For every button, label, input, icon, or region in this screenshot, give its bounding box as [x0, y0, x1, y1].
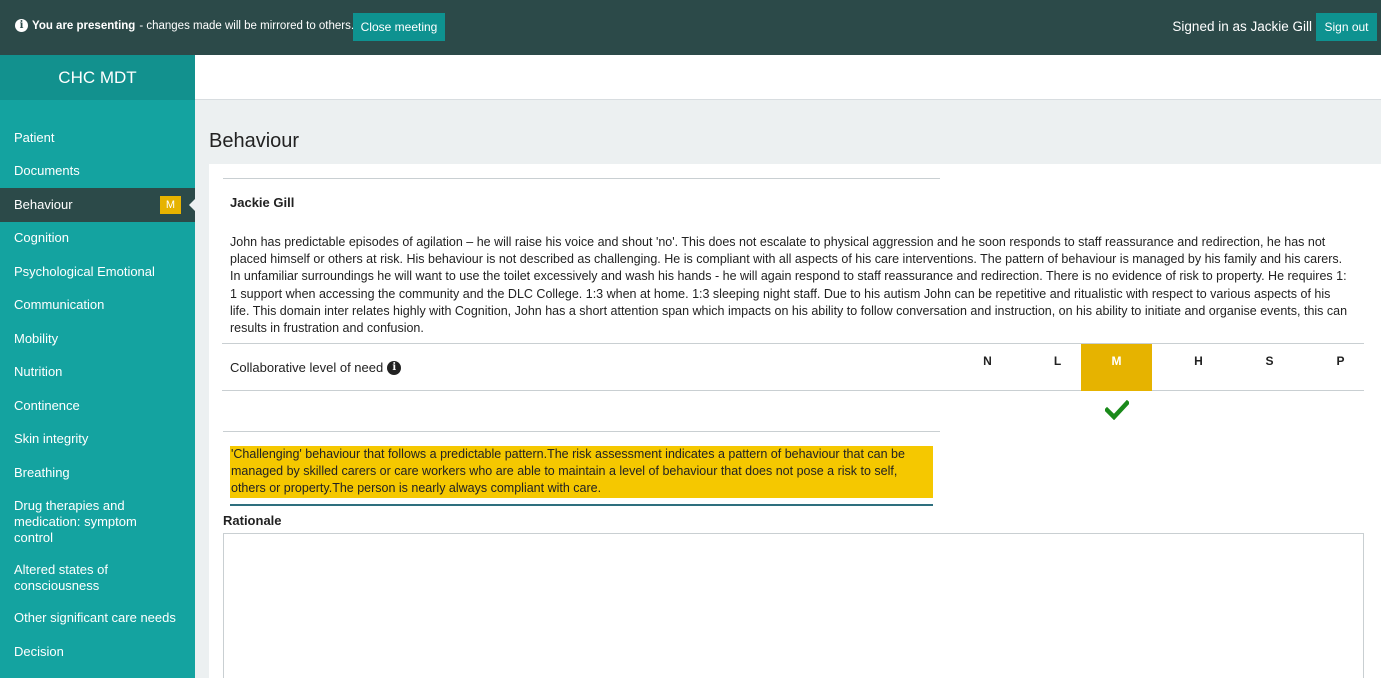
presenting-notice: i You are presenting - changes made will…: [15, 19, 354, 32]
app-title[interactable]: CHC MDT: [0, 55, 195, 100]
sidebar-nav: Patient Documents Behaviour M Cognition …: [0, 121, 195, 669]
sidebar-item-mobility[interactable]: Mobility: [0, 322, 195, 356]
level-option-s[interactable]: S: [1234, 344, 1305, 391]
sidebar-item-label: Patient: [14, 129, 55, 145]
sidebar-item-label: Altered states of consciousness: [14, 561, 108, 593]
divider: [230, 504, 933, 506]
sidebar-item-label: Drug therapies and medication: symptom c…: [14, 497, 137, 545]
level-of-need-text: Collaborative level of need: [230, 360, 384, 375]
level-description: 'Challenging' behaviour that follows a p…: [230, 446, 933, 498]
divider: [223, 431, 940, 432]
sidebar-item-communication[interactable]: Communication: [0, 289, 195, 323]
sidebar-item-other-care-needs[interactable]: Other significant care needs: [0, 602, 195, 636]
level-of-need-row: Collaborative level of need i N L M H S …: [222, 343, 1364, 391]
close-meeting-button[interactable]: Close meeting: [353, 13, 445, 41]
sidebar-item-label: Breathing: [14, 464, 70, 480]
sign-out-button[interactable]: Sign out: [1316, 13, 1377, 41]
rationale-input[interactable]: [223, 533, 1364, 678]
sidebar-item-breathing[interactable]: Breathing: [0, 456, 195, 490]
author-name: Jackie Gill: [230, 195, 295, 210]
sidebar-item-label: Cognition: [14, 230, 69, 246]
sidebar: CHC MDT Patient Documents Behaviour M Co…: [0, 55, 195, 678]
sidebar-item-label: Continence: [14, 397, 80, 413]
sidebar-item-label: Communication: [14, 297, 105, 313]
sidebar-item-label: Skin integrity: [14, 431, 89, 447]
level-option-m[interactable]: M: [1081, 344, 1152, 391]
presenting-bold: You are presenting: [32, 19, 136, 32]
sidebar-item-continence[interactable]: Continence: [0, 389, 195, 423]
check-icon: [1105, 400, 1129, 420]
sidebar-item-nutrition[interactable]: Nutrition: [0, 356, 195, 390]
active-indicator-icon: [189, 199, 195, 211]
sidebar-item-documents[interactable]: Documents: [0, 155, 195, 189]
divider: [223, 178, 940, 179]
level-badge: M: [160, 196, 181, 214]
sidebar-item-psychological-emotional[interactable]: Psychological Emotional: [0, 255, 195, 289]
sidebar-item-label: Mobility: [14, 330, 59, 346]
sidebar-item-altered-states[interactable]: Altered states of consciousness: [0, 554, 195, 602]
info-icon[interactable]: i: [387, 360, 402, 375]
sidebar-item-patient[interactable]: Patient: [0, 121, 195, 155]
sidebar-item-drug-therapies[interactable]: Drug therapies and medication: symptom c…: [0, 490, 195, 554]
sidebar-item-behaviour[interactable]: Behaviour M: [0, 188, 195, 222]
level-option-n[interactable]: N: [952, 344, 1023, 391]
main-header-strip: [195, 55, 1381, 100]
level-option-h[interactable]: H: [1163, 344, 1234, 391]
sidebar-item-label: Psychological Emotional: [14, 263, 155, 279]
info-icon: i: [15, 19, 28, 32]
sidebar-item-skin-integrity[interactable]: Skin integrity: [0, 423, 195, 457]
sidebar-item-label: Other significant care needs: [14, 610, 176, 626]
sidebar-item-label: Behaviour: [14, 196, 73, 212]
rationale-label: Rationale: [223, 513, 282, 528]
presenting-text: - changes made will be mirrored to other…: [139, 19, 355, 32]
evidence-description: John has predictable episodes of agilati…: [230, 235, 1348, 336]
sidebar-item-cognition[interactable]: Cognition: [0, 222, 195, 256]
top-bar: i You are presenting - changes made will…: [0, 0, 1381, 55]
page-title: Behaviour: [209, 130, 300, 152]
sidebar-item-label: Nutrition: [14, 364, 63, 380]
level-of-need-label: Collaborative level of need i: [230, 360, 402, 375]
signed-in-text: Signed in as Jackie Gill: [1172, 19, 1312, 34]
sidebar-item-decision[interactable]: Decision: [0, 635, 195, 669]
domain-card: Jackie Gill John has predictable episode…: [209, 164, 1381, 678]
level-option-p[interactable]: P: [1305, 344, 1376, 391]
sidebar-item-label: Documents: [14, 163, 80, 179]
sidebar-item-label: Decision: [14, 643, 64, 659]
